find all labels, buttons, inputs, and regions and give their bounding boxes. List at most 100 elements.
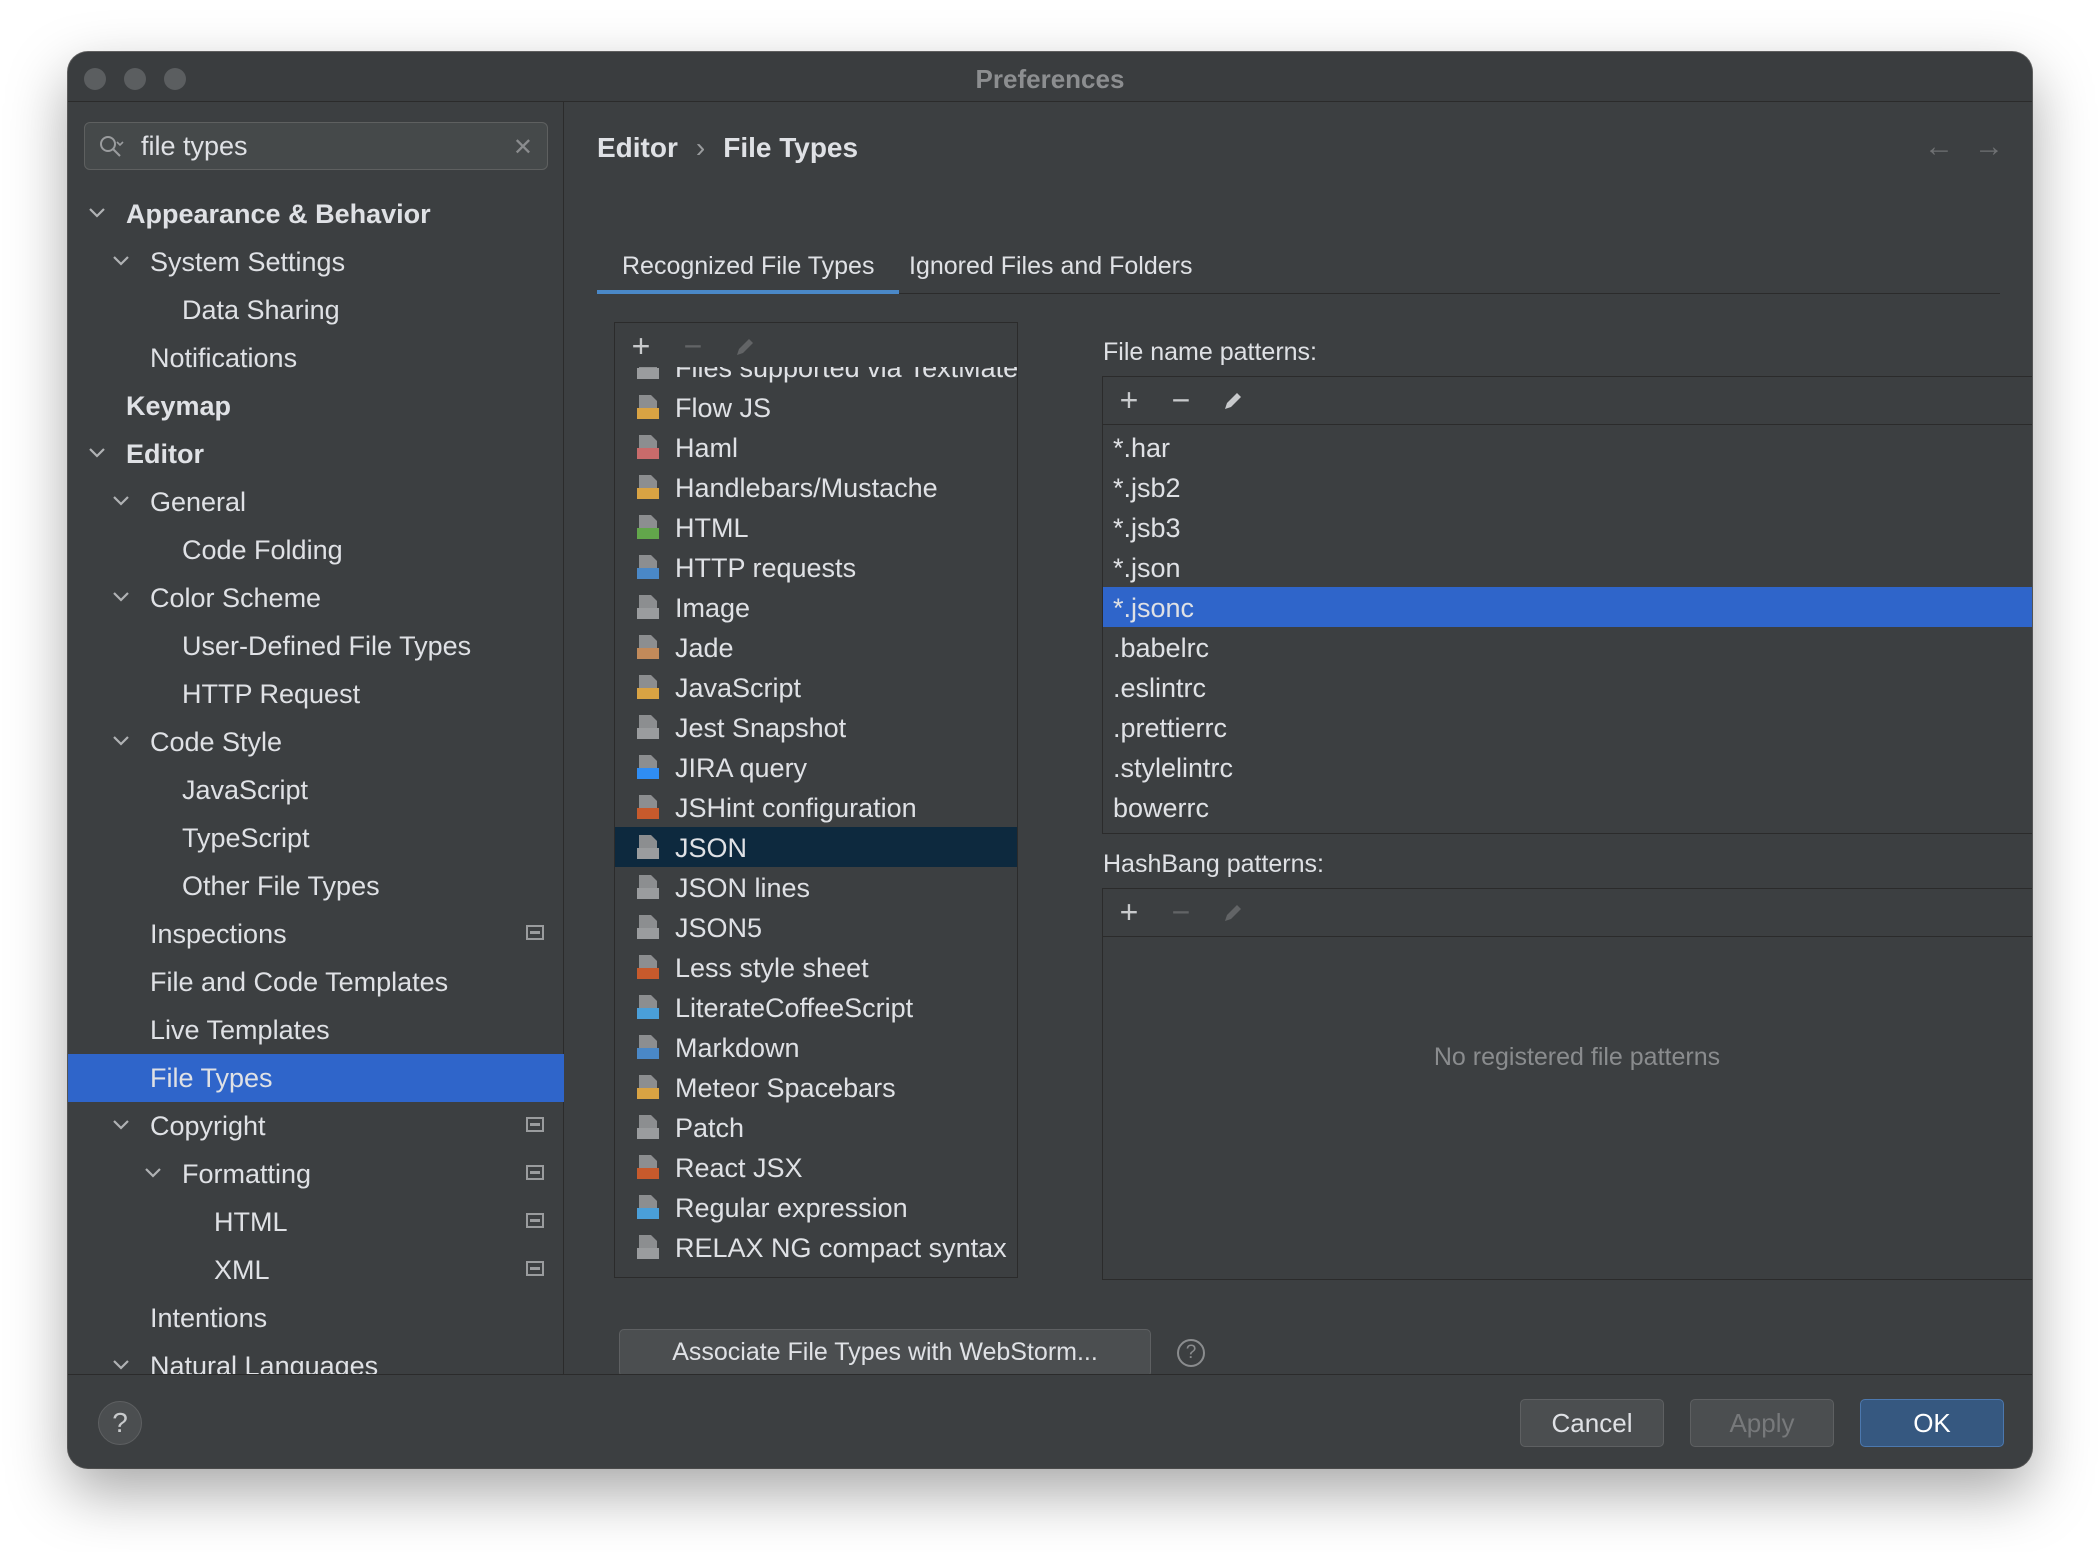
file-type-row[interactable]: Handlebars/Mustache [615,467,1017,507]
sidebar-item-code-style[interactable]: Code Style [68,718,564,766]
edit-pencil-icon[interactable] [1217,897,1249,929]
associate-file-types-button[interactable]: Associate File Types with WebStorm... [619,1329,1151,1377]
arrow-right-icon[interactable]: → [1974,130,2004,164]
sidebar-item-formatting[interactable]: Formatting [68,1150,564,1198]
pattern-text: .prettierrc [1113,713,1228,743]
file-type-row[interactable]: Haml [615,427,1017,467]
sidebar-item-appearance-behavior[interactable]: Appearance & Behavior [68,190,564,238]
file-type-row[interactable]: Files supported via TextMate bundles [615,367,1017,387]
pattern-row[interactable]: .stylelintrc [1103,747,2032,787]
add-pattern-button[interactable]: + [1113,384,1145,417]
question-icon[interactable]: ? [1177,1339,1205,1367]
chevron-down-icon[interactable] [108,584,134,610]
sidebar-item-natural-languages[interactable]: Natural Languages [68,1342,564,1374]
remove-file-type-button[interactable]: − [677,330,709,363]
sidebar-item-html[interactable]: HTML [68,1198,564,1246]
breadcrumb-current: File Types [723,132,859,163]
file-type-row[interactable]: Jest Snapshot [615,707,1017,747]
sidebar-item-typescript[interactable]: TypeScript [68,814,564,862]
sidebar-item-general[interactable]: General [68,478,564,526]
pattern-row[interactable]: *.jsb2 [1103,467,2032,507]
sidebar-item-copyright[interactable]: Copyright [68,1102,564,1150]
pattern-row[interactable]: .eslintrc [1103,667,2032,707]
chevron-down-icon[interactable] [84,200,110,226]
file-type-row[interactable]: React JSX [615,1147,1017,1187]
sidebar-item-system-settings[interactable]: System Settings [68,238,564,286]
sidebar-item-http-request[interactable]: HTTP Request [68,670,564,718]
sidebar-item-intentions[interactable]: Intentions [68,1294,564,1342]
pattern-row[interactable]: *.json [1103,547,2032,587]
pattern-text: *.jsb2 [1113,473,1181,503]
sidebar-item-inspections[interactable]: Inspections [68,910,564,958]
jshint-icon [637,795,659,819]
settings-search[interactable]: ✕ [84,122,548,170]
arrow-left-icon[interactable]: ← [1924,130,1954,164]
sidebar-item-other-file-types[interactable]: Other File Types [68,862,564,910]
chevron-down-icon[interactable] [140,1160,166,1186]
pattern-row[interactable]: .babelrc [1103,627,2032,667]
remove-hashbang-button[interactable]: − [1165,896,1197,929]
sidebar-item-data-sharing[interactable]: Data Sharing [68,286,564,334]
ok-button[interactable]: OK [1860,1399,2004,1447]
file-type-row[interactable]: JavaScript [615,667,1017,707]
apply-button[interactable]: Apply [1690,1399,1834,1447]
file-type-row[interactable]: Markdown [615,1027,1017,1067]
haml-file-icon [637,435,659,459]
chevron-down-icon[interactable] [84,440,110,466]
sidebar-item-file-and-code-templates[interactable]: File and Code Templates [68,958,564,1006]
sidebar-item-color-scheme[interactable]: Color Scheme [68,574,564,622]
chevron-down-icon[interactable] [108,728,134,754]
file-type-row[interactable]: LiterateCoffeeScript [615,987,1017,1027]
sidebar-item-live-templates[interactable]: Live Templates [68,1006,564,1054]
pattern-row[interactable]: *.har [1103,427,2032,467]
file-type-row[interactable]: RELAX NG compact syntax [615,1227,1017,1267]
file-type-row[interactable]: HTML [615,507,1017,547]
chevron-down-icon[interactable] [108,1112,134,1138]
file-type-row[interactable]: Image [615,587,1017,627]
breadcrumb-parent[interactable]: Editor [597,132,678,164]
file-type-row[interactable]: Less style sheet [615,947,1017,987]
file-type-row[interactable]: JSON [615,827,1017,867]
remove-pattern-button[interactable]: − [1165,384,1197,417]
pattern-row[interactable]: bowerrc [1103,787,2032,827]
add-file-type-button[interactable]: + [625,330,657,363]
sidebar-item-keymap[interactable]: Keymap [68,382,564,430]
add-hashbang-button[interactable]: + [1113,896,1145,929]
file-type-row[interactable]: Flow JS [615,387,1017,427]
edit-pencil-icon[interactable] [1217,385,1249,417]
help-button[interactable]: ? [98,1401,142,1445]
sidebar-item-xml[interactable]: XML [68,1246,564,1294]
file-type-row[interactable]: JIRA query [615,747,1017,787]
pattern-row[interactable]: *.jsb3 [1103,507,2032,547]
cancel-button[interactable]: Cancel [1520,1399,1664,1447]
file-type-row[interactable]: Jade [615,627,1017,667]
file-type-row[interactable]: JSON5 [615,907,1017,947]
tab-ignored-files-and-folders[interactable]: Ignored Files and Folders [909,252,1192,281]
chevron-down-icon[interactable] [108,248,134,274]
sidebar-item-user-defined-file-types[interactable]: User-Defined File Types [68,622,564,670]
edit-pencil-icon[interactable] [729,331,761,363]
close-icon[interactable]: ✕ [513,133,533,162]
chevron-down-icon[interactable] [108,488,134,514]
file-type-row[interactable]: JSHint configuration [615,787,1017,827]
file-type-label: LiterateCoffeeScript [675,993,914,1023]
pattern-row[interactable]: *.jsonc [1103,587,2032,627]
sidebar-item-file-types[interactable]: File Types [68,1054,564,1102]
pattern-row[interactable]: .prettierrc [1103,707,2032,747]
file-type-row[interactable]: Regular expression [615,1187,1017,1227]
file-type-row[interactable]: Meteor Spacebars [615,1067,1017,1107]
sidebar-item-javascript[interactable]: JavaScript [68,766,564,814]
sidebar-item-label: Appearance & Behavior [126,199,431,229]
tab-recognized-file-types[interactable]: Recognized File Types [622,252,874,281]
file-type-row[interactable]: HTTP requests [615,547,1017,587]
text-file-icon [637,1235,659,1259]
search-input[interactable] [141,129,501,163]
sidebar-item-notifications[interactable]: Notifications [68,334,564,382]
file-type-label: JSON lines [675,873,811,903]
sidebar-item-code-folding[interactable]: Code Folding [68,526,564,574]
sidebar-item-editor[interactable]: Editor [68,430,564,478]
sidebar-item-label: Code Style [150,727,283,757]
chevron-down-icon[interactable] [108,1352,134,1374]
file-type-row[interactable]: JSON lines [615,867,1017,907]
file-type-row[interactable]: Patch [615,1107,1017,1147]
